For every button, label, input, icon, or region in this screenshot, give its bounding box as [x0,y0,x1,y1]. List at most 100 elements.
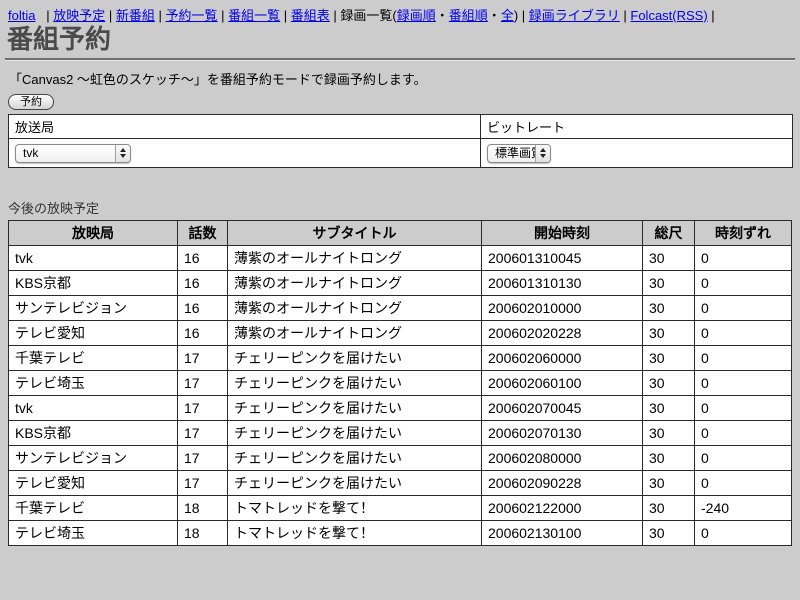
stepper-arrows-icon [535,145,550,162]
schedule-cell: 30 [643,471,695,496]
schedule-cell: 18 [178,521,228,546]
schedule-cell: 0 [695,471,792,496]
schedule-cell: 0 [695,246,792,271]
stepper-arrows-icon [115,145,130,162]
schedule-cell: サンテレビジョン [9,446,178,471]
schedule-cell: 17 [178,421,228,446]
schedule-cell: 17 [178,396,228,421]
schedule-cell: チェリーピンクを届けたい [228,421,482,446]
schedule-cell: 薄紫のオールナイトロング [228,321,482,346]
schedule-cell: 16 [178,271,228,296]
schedule-cell: 17 [178,471,228,496]
schedule-cell: 200602130100 [482,521,643,546]
page-title: 番組予約 [7,25,800,55]
schedule-cell: 0 [695,346,792,371]
schedule-row: テレビ愛知17チェリーピンクを届けたい200602090228300 [9,471,792,496]
schedule-header-row: 放映局話数サブタイトル開始時刻総尺時刻ずれ [9,221,792,246]
schedule-cell: 200602090228 [482,471,643,496]
schedule-cell: テレビ埼玉 [9,371,178,396]
station-select[interactable]: tvk [15,144,131,163]
schedule-cell: トマトレッドを撃て！ [228,521,482,546]
schedule-row: サンテレビジョン17チェリーピンクを届けたい200602080000300 [9,446,792,471]
schedule-row: テレビ愛知16薄紫のオールナイトロング200602020228300 [9,321,792,346]
nav-separator: | [218,8,229,23]
nav-link-2[interactable]: 放映予定 [53,8,105,23]
schedule-cell: 200602010000 [482,296,643,321]
nav-link-14[interactable]: 番組順 [449,8,488,23]
nav-link-0[interactable]: foltia [8,8,35,23]
schedule-cell: 18 [178,496,228,521]
nav-separator: | [105,8,116,23]
schedule-cell: 30 [643,446,695,471]
schedule-cell: チェリーピンクを届けたい [228,471,482,496]
schedule-cell: 30 [643,271,695,296]
schedule-cell: 16 [178,296,228,321]
schedule-cell: 30 [643,321,695,346]
schedule-cell: 30 [643,246,695,271]
schedule-cell: 千葉テレビ [9,346,178,371]
schedule-cell: チェリーピンクを届けたい [228,346,482,371]
schedule-cell: tvk [9,396,178,421]
schedule-row: テレビ埼玉18トマトレッドを撃て！200602130100300 [9,521,792,546]
nav-link-16[interactable]: 全 [501,8,514,23]
schedule-cell: トマトレッドを撃て！ [228,496,482,521]
schedule-cell: KBS京都 [9,421,178,446]
schedule-cell: チェリーピンクを届けたい [228,371,482,396]
schedule-cell: 0 [695,421,792,446]
reservation-form-table: 放送局 ビットレート tvk 標準画質 [8,114,793,168]
nav-separator: | [155,8,166,23]
top-nav: foltia | 放映予定 | 新番組 | 予約一覧 | 番組一覧 | 番組表 … [0,0,800,24]
reservation-description: 「Canvas2 〜虹色のスケッチ〜」を番組予約モードで録画予約します。 [9,69,800,88]
schedule-cell: 0 [695,321,792,346]
schedule-cell: 200602060100 [482,371,643,396]
schedule-cell: 16 [178,321,228,346]
schedule-cell: チェリーピンクを届けたい [228,396,482,421]
nav-separator: | [708,8,715,23]
schedule-cell: 千葉テレビ [9,496,178,521]
nav-separator: | [620,8,631,23]
schedule-cell: 30 [643,421,695,446]
schedule-row: tvk16薄紫のオールナイトロング200601310045300 [9,246,792,271]
schedule-cell: サンテレビジョン [9,296,178,321]
schedule-cell: 薄紫のオールナイトロング [228,296,482,321]
schedule-cell: 30 [643,396,695,421]
schedule-cell: 30 [643,496,695,521]
schedule-row: KBS京都16薄紫のオールナイトロング200601310130300 [9,271,792,296]
nav-link-20[interactable]: Folcast(RSS) [630,8,707,23]
schedule-cell: -240 [695,496,792,521]
schedule-row: tvk17チェリーピンクを届けたい200602070045300 [9,396,792,421]
schedule-cell: テレビ愛知 [9,471,178,496]
schedule-row: KBS京都17チェリーピンクを届けたい200602070130300 [9,421,792,446]
schedule-row: テレビ埼玉17チェリーピンクを届けたい200602060100300 [9,371,792,396]
schedule-cell: 薄紫のオールナイトロング [228,271,482,296]
schedule-cell: 0 [695,446,792,471]
station-select-value: tvk [16,145,115,162]
schedule-cell: 薄紫のオールナイトロング [228,246,482,271]
schedule-cell: 30 [643,296,695,321]
schedule-cell: 200602060000 [482,346,643,371]
nav-separator: | [35,8,53,23]
schedule-cell: 30 [643,521,695,546]
nav-separator: ・ [488,8,501,23]
schedule-col-header-5: 時刻ずれ [695,221,792,246]
nav-link-18[interactable]: 録画ライブラリ [529,8,620,23]
schedule-col-header-3: 開始時刻 [482,221,643,246]
nav-link-6[interactable]: 予約一覧 [166,8,218,23]
nav-link-10[interactable]: 番組表 [291,8,330,23]
schedule-cell: 200601310045 [482,246,643,271]
schedule-cell: 200602020228 [482,321,643,346]
schedule-row: サンテレビジョン16薄紫のオールナイトロング200602010000300 [9,296,792,321]
bitrate-select[interactable]: 標準画質 [487,144,551,163]
nav-link-4[interactable]: 新番組 [116,8,155,23]
schedule-cell: チェリーピンクを届けたい [228,446,482,471]
schedule-col-header-2: サブタイトル [228,221,482,246]
schedule-cell: 0 [695,396,792,421]
reserve-button[interactable]: 予約 [8,94,54,110]
nav-separator: | [280,8,291,23]
schedule-cell: 17 [178,346,228,371]
schedule-cell: 0 [695,271,792,296]
nav-link-12[interactable]: 録画順 [397,8,436,23]
schedule-body: tvk16薄紫のオールナイトロング200601310045300KBS京都16薄… [9,246,792,546]
schedule-cell: 30 [643,371,695,396]
nav-link-8[interactable]: 番組一覧 [228,8,280,23]
